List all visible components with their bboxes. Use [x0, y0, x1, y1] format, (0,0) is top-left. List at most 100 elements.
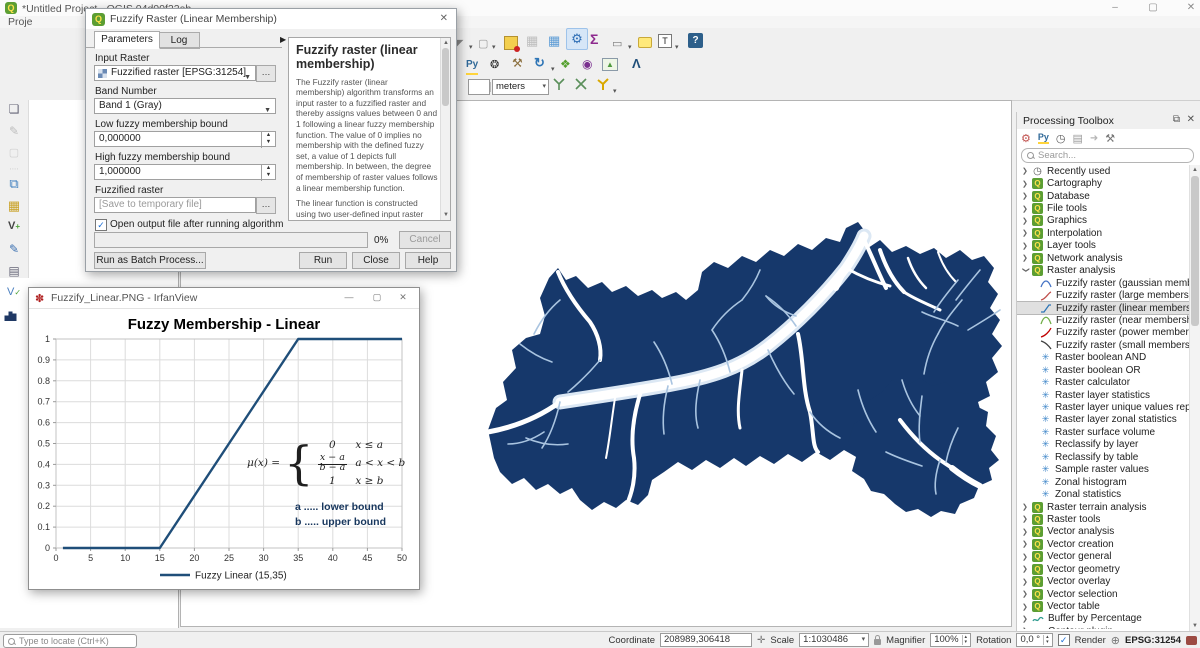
- chevron-right-icon[interactable]: ❯: [1022, 192, 1032, 200]
- debug-bug-icon[interactable]: ❂: [490, 55, 499, 73]
- lambda-icon[interactable]: Λ: [632, 54, 641, 72]
- native-tools-icon[interactable]: ⚙: [1021, 132, 1031, 145]
- annotation-pen-icon[interactable]: ✎: [4, 242, 24, 260]
- processing-toolbox-icon[interactable]: ⚙: [566, 30, 588, 48]
- rotation-value[interactable]: 0,0 °▴▾: [1016, 633, 1052, 647]
- toolbox-item[interactable]: ✳Raster boolean AND: [1017, 352, 1191, 364]
- toolbox-item[interactable]: ✳Zonal histogram: [1017, 476, 1191, 488]
- toolbox-item[interactable]: ❯QVector analysis: [1017, 526, 1191, 538]
- chevron-right-icon[interactable]: ❯: [1022, 515, 1032, 523]
- map-view-check-icon[interactable]: V✓: [4, 286, 24, 304]
- chevron-down-icon[interactable]: ▾: [551, 60, 555, 78]
- chevron-right-icon[interactable]: ❯: [1022, 565, 1032, 573]
- help-icon[interactable]: ?: [688, 31, 703, 49]
- toolbox-item[interactable]: ✳Sample raster values: [1017, 464, 1191, 476]
- plugin-icon[interactable]: ❖: [560, 55, 571, 73]
- refresh-icon[interactable]: ↻: [534, 54, 545, 72]
- toolbox-item[interactable]: Fuzzify raster (near membership): [1017, 314, 1191, 326]
- toolbox-item[interactable]: ❯QCartography: [1017, 177, 1191, 189]
- coordinate-value[interactable]: 208989,306418: [660, 633, 752, 647]
- chevron-right-icon[interactable]: ❯: [1022, 578, 1032, 586]
- minimize-button[interactable]: –: [1102, 2, 1128, 13]
- add-raster-layer-icon[interactable]: ▦: [4, 198, 24, 216]
- chevron-right-icon[interactable]: ❯: [1022, 167, 1032, 175]
- units-combo[interactable]: meters▾: [492, 78, 549, 96]
- georeferencer-icon[interactable]: ▲: [602, 55, 618, 73]
- toolbox-item[interactable]: ❯QRaster terrain analysis: [1017, 501, 1191, 513]
- high-bound-spinbox[interactable]: 1,000000 ▲▼: [94, 164, 276, 180]
- scroll-up-icon[interactable]: ▲: [1190, 165, 1200, 175]
- epsg-badge[interactable]: EPSG:31254: [1125, 635, 1181, 646]
- lock-icon[interactable]: [874, 639, 881, 645]
- chevron-right-icon[interactable]: ❯: [1022, 254, 1032, 262]
- toolbox-item[interactable]: ❯QRaster analysis: [1017, 265, 1191, 277]
- toolbox-item[interactable]: ❯QRaster tools: [1017, 513, 1191, 525]
- float-panel-icon[interactable]: ⧉: [1173, 114, 1180, 125]
- chevron-right-icon[interactable]: ❯: [1022, 229, 1032, 237]
- toolbox-item[interactable]: Fuzzify raster (large membership): [1017, 289, 1191, 301]
- toolbox-item[interactable]: ❯QNetwork analysis: [1017, 252, 1191, 264]
- run-button[interactable]: Run: [299, 252, 347, 269]
- chevron-down-icon[interactable]: ▾: [628, 38, 632, 56]
- scroll-up-icon[interactable]: ▲: [441, 38, 451, 48]
- open-output-checkbox[interactable]: ✓: [95, 219, 107, 231]
- chevron-right-icon[interactable]: ❯: [1022, 180, 1032, 188]
- chevron-down-icon[interactable]: ▾: [613, 82, 617, 100]
- help-scrollbar[interactable]: ▲ ▼: [440, 38, 450, 220]
- chevron-right-icon[interactable]: ❯: [1022, 528, 1032, 536]
- measure-icon[interactable]: ▭: [612, 34, 622, 52]
- toolbox-item[interactable]: ✳Raster boolean OR: [1017, 364, 1191, 376]
- low-bound-spinbox[interactable]: 0,000000 ▲▼: [94, 131, 276, 147]
- text-annotation-icon[interactable]: T: [658, 32, 672, 50]
- menu-project[interactable]: Proje: [8, 16, 33, 28]
- chevron-down-icon[interactable]: ▾: [469, 38, 473, 56]
- toolbox-item[interactable]: Fuzzify raster (small membership): [1017, 339, 1191, 351]
- toolbox-item[interactable]: ❯QVector general: [1017, 551, 1191, 563]
- osgeo-icon[interactable]: ◉: [582, 55, 592, 73]
- toolbox-item[interactable]: ❯QVector overlay: [1017, 575, 1191, 587]
- batch-process-button[interactable]: Run as Batch Process...: [94, 252, 206, 269]
- statistics-sigma-icon[interactable]: Σ: [590, 30, 598, 48]
- toolbox-item[interactable]: Fuzzify raster (power membership): [1017, 327, 1191, 339]
- viewer-titlebar[interactable]: ✽ Fuzzify_Linear.PNG - IrfanView — ▢ ✕: [29, 288, 419, 309]
- toolbox-item[interactable]: ✳Raster layer statistics: [1017, 389, 1191, 401]
- chevron-right-icon[interactable]: ❯: [1022, 540, 1032, 548]
- toolbox-item[interactable]: ❯QVector creation: [1017, 538, 1191, 550]
- raster-table-icon[interactable]: ▦: [548, 32, 560, 50]
- toolbox-item[interactable]: ✳Zonal statistics: [1017, 488, 1191, 500]
- toolbox-item[interactable]: ❯QInterpolation: [1017, 227, 1191, 239]
- messages-icon[interactable]: [1186, 636, 1197, 645]
- close-button[interactable]: ✕: [391, 292, 415, 303]
- input-browse-button[interactable]: …: [256, 65, 276, 82]
- select-by-value-icon[interactable]: [504, 34, 518, 52]
- close-panel-icon[interactable]: ✕: [1187, 114, 1195, 125]
- maximize-button[interactable]: ▢: [365, 292, 389, 303]
- locate-input[interactable]: Type to locate (Ctrl+K): [3, 634, 137, 648]
- close-button[interactable]: ✕: [1178, 2, 1200, 13]
- hammer-tools-icon[interactable]: ⚒: [512, 54, 523, 72]
- history-icon[interactable]: ◷: [1056, 132, 1066, 145]
- toolbox-item[interactable]: Fuzzify raster (gaussian membership): [1017, 277, 1191, 289]
- toolbox-item[interactable]: ✳Raster surface volume: [1017, 426, 1191, 438]
- band-combo[interactable]: Band 1 (Gray) ▼: [94, 98, 276, 114]
- toolbox-item[interactable]: ❯Contour plugin: [1017, 625, 1191, 629]
- toolbox-item[interactable]: ❯QVector selection: [1017, 588, 1191, 600]
- spinner-arrows[interactable]: ▲▼: [261, 165, 275, 181]
- toolbox-item[interactable]: ✳Reclassify by layer: [1017, 439, 1191, 451]
- tab-parameters[interactable]: Parameters: [94, 31, 160, 49]
- toolbox-item[interactable]: ❯QDatabase: [1017, 190, 1191, 202]
- chevron-right-icon[interactable]: ❯: [1022, 503, 1032, 511]
- deselect-icon[interactable]: ▢: [478, 34, 488, 52]
- toolbox-item[interactable]: Fuzzify raster (linear membership): [1017, 302, 1191, 314]
- spinner-arrows[interactable]: ▲▼: [261, 132, 275, 148]
- chevron-right-icon[interactable]: ❯: [1022, 590, 1032, 598]
- toolbox-item[interactable]: ✳Reclassify by table: [1017, 451, 1191, 463]
- toolbox-item[interactable]: ❯Buffer by Percentage: [1017, 613, 1191, 625]
- dialog-titlebar[interactable]: Q Fuzzify Raster (Linear Membership) ✕: [86, 9, 456, 29]
- restore-button[interactable]: ▢: [1140, 2, 1166, 13]
- toolbox-search-input[interactable]: Search...: [1021, 148, 1194, 163]
- toolbox-scrollbar[interactable]: ▲ ▼: [1189, 165, 1200, 631]
- help-collapse-icon[interactable]: ▶: [280, 35, 286, 44]
- snapping-active-icon[interactable]: [596, 77, 610, 95]
- scale-combo[interactable]: 1:1030486▾: [799, 633, 869, 647]
